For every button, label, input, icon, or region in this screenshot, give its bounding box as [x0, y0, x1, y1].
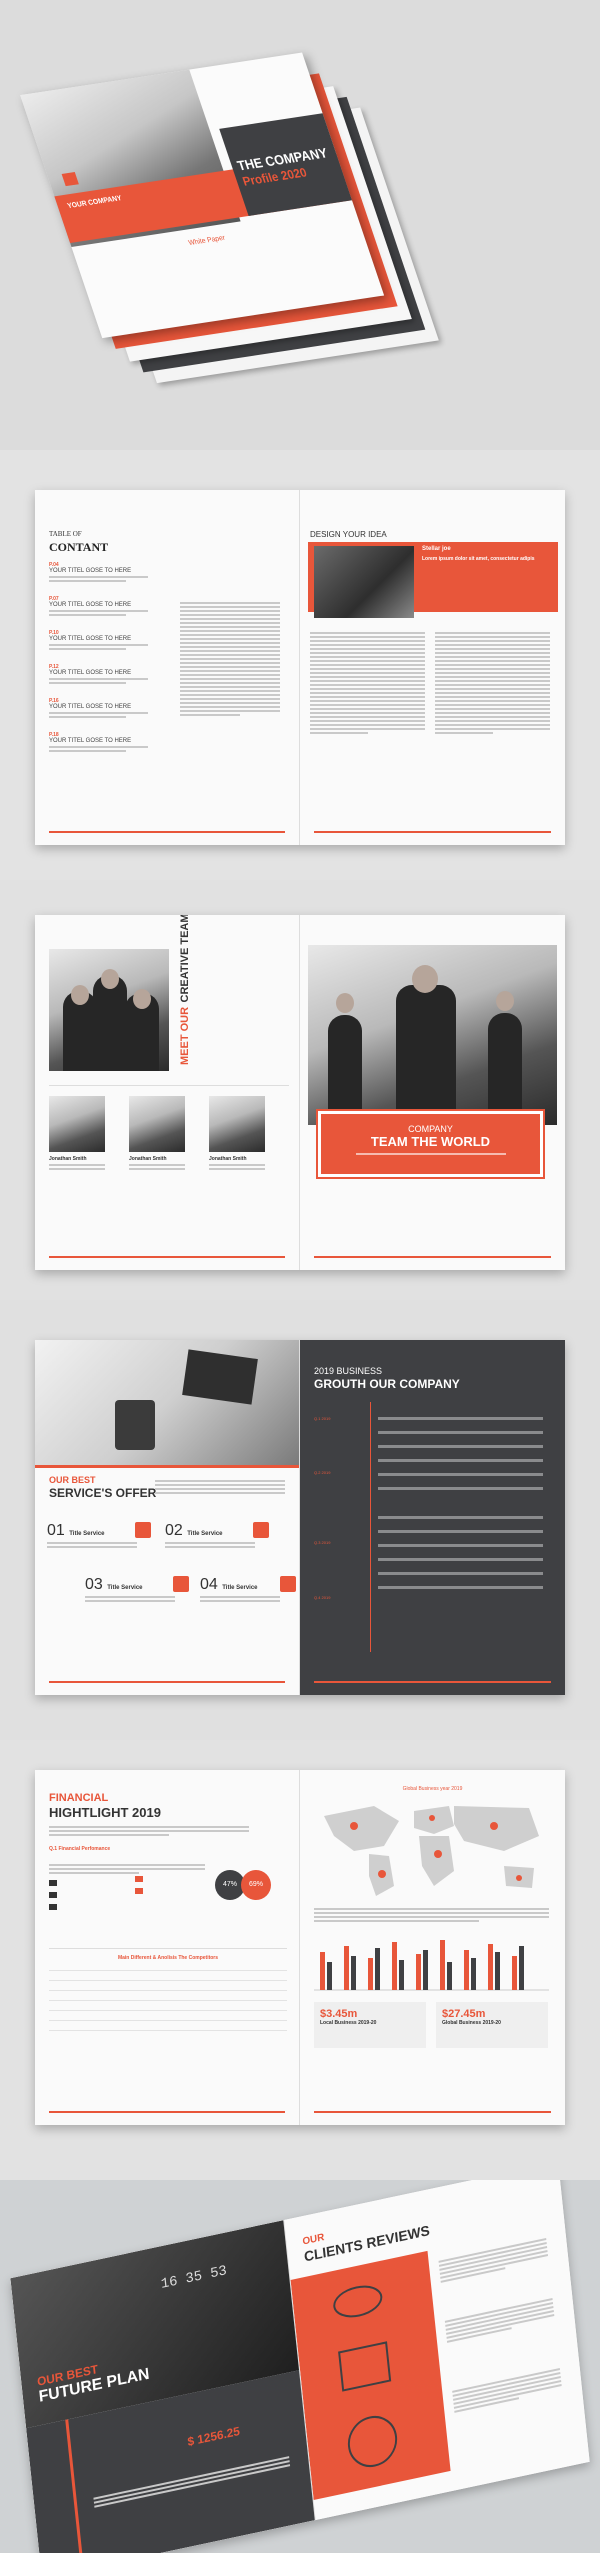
team-world-page: COMPANY TEAM THE WORLD [300, 915, 565, 1270]
team-member-card[interactable]: Jonathan Smith [49, 1096, 121, 1172]
comparison-table: Main Different & Anolisis The Competitor… [49, 1948, 287, 2078]
service-icon [280, 1576, 296, 1592]
page-footer-line [49, 2111, 285, 2113]
team-member-card[interactable]: Jonathan Smith [209, 1096, 281, 1172]
legend-block [135, 1862, 205, 1894]
design-heading: DESIGN YOUR IDEA [310, 530, 387, 539]
financial-subheading: Q.1 Financial Perfomance [49, 1846, 111, 1852]
globe-icon [345, 2411, 400, 2472]
service-icon [253, 1522, 269, 1538]
financial-page: FINANCIAL HIGHTLIGHT 2019 Q.1 Financial … [35, 1770, 300, 2125]
clock-display: 16 35 53 [160, 2263, 228, 2294]
page-footer-line [314, 2111, 551, 2113]
stat-card-local: $3.45m Local Business 2019-20 [314, 2002, 426, 2048]
clients-reviews-page: OUR CLIENTS REVIEWS [284, 2180, 590, 2520]
timeline-entries [378, 1406, 543, 1600]
cover-mockup-panel: THE COMPANY Profile 2020 YOUR COMPANY Wh… [0, 0, 600, 450]
page-footer-line [314, 831, 551, 833]
future-plan-page: 16 35 53 OUR BEST FUTURE PLAN $ 1256.25 [10, 2220, 316, 2553]
timeline-axis [370, 1402, 371, 1652]
toc-item[interactable]: P.16 YOUR TITEL GOSE TO HERE [49, 698, 159, 732]
toc-spread-panel: TABLE OF CONTANT P.04 YOUR TITEL GOSE TO… [0, 450, 600, 880]
page-footer-line [314, 1681, 551, 1683]
portrait-photo [314, 546, 414, 618]
toc-heading: CONTANT [49, 540, 109, 554]
eye-icon [331, 2281, 384, 2322]
timeline-heading-1: 2019 BUSINESS [314, 1366, 383, 1376]
team-title-creative: CREATIVE TEAM [179, 915, 191, 1003]
page-footer-line [314, 1256, 551, 1258]
financial-heading-2: HIGHTLIGHT 2019 [49, 1805, 161, 1820]
page-footer-line [49, 831, 285, 833]
toc-body-text [180, 600, 280, 718]
group-photo [308, 945, 557, 1125]
design-page: DESIGN YOUR IDEA Stellar joe Lorem ipsum… [300, 490, 565, 845]
lead-text: Lorem ipsum dolor sit amet, consectetur … [422, 556, 535, 562]
service-item[interactable]: 01 Title Service [47, 1522, 157, 1550]
body-text-col2 [435, 630, 550, 736]
legend-block [49, 1862, 139, 1910]
toc-item[interactable]: P.07 YOUR TITEL GOSE TO HERE [49, 596, 159, 630]
bar-chart-graphic [314, 1940, 549, 1991]
page-footer-line [49, 1256, 285, 1258]
cover-white-paper: White Paper [187, 234, 227, 248]
toc-page: TABLE OF CONTANT P.04 YOUR TITEL GOSE TO… [35, 490, 300, 845]
percent-circle-b: 69% [241, 1870, 271, 1900]
world-map-icon [324, 1806, 539, 1896]
network-icon [338, 2341, 392, 2392]
team-photo [49, 949, 169, 1071]
page-footer-line [49, 1681, 285, 1683]
service-item[interactable]: 03 Title Service [85, 1576, 195, 1604]
desk-photo [35, 1340, 299, 1465]
body-text-col1 [310, 630, 425, 736]
stat-card-global: $27.45m Global Business 2019-20 [436, 2002, 548, 2048]
team-title-meet: MEET OUR [179, 1006, 191, 1065]
laptop-icon [182, 1349, 258, 1405]
team-member-card[interactable]: Jonathan Smith [129, 1096, 201, 1172]
toc-item[interactable]: P.10 YOUR TITEL GOSE TO HERE [49, 630, 159, 664]
service-icon [135, 1522, 151, 1538]
timeline-label: Q.1 2019 [314, 1416, 331, 1421]
toc-item[interactable]: P.04 YOUR TITEL GOSE TO HERE [49, 562, 159, 596]
services-page: OUR BEST SERVICE'S OFFER 01 Title Servic… [35, 1340, 300, 1695]
services-heading-2: SERVICE'S OFFER [49, 1486, 157, 1500]
toc-list: P.04 YOUR TITEL GOSE TO HERE P.07 YOUR T… [49, 562, 159, 766]
timeline-label: Q.4 2019 [314, 1595, 331, 1600]
financial-spread-panel: FINANCIAL HIGHTLIGHT 2019 Q.1 Financial … [0, 1740, 600, 2180]
services-spread-panel: OUR BEST SERVICE'S OFFER 01 Title Servic… [0, 1300, 600, 1740]
financial-heading-1: FINANCIAL [49, 1792, 109, 1804]
timeline-label: Q.3 2019 [314, 1540, 331, 1545]
team-page: MEET OUR CREATIVE TEAM Jonathan Smith Jo… [35, 915, 300, 1270]
team-spread-panel: MEET OUR CREATIVE TEAM Jonathan Smith Jo… [0, 880, 600, 1300]
timeline-heading-2: GROUTH OUR COMPANY [314, 1377, 460, 1391]
toc-item[interactable]: P.18 YOUR TITEL GOSE TO HERE [49, 732, 159, 766]
service-item[interactable]: 04 Title Service [200, 1576, 299, 1604]
map-title: Global Business year 2019 [402, 1786, 463, 1792]
future-plan-panel: 16 35 53 OUR BEST FUTURE PLAN $ 1256.25 … [0, 2180, 600, 2553]
reviews-icon-column [290, 2250, 451, 2500]
team-banner: COMPANY TEAM THE WORLD [316, 1109, 545, 1179]
phone-icon [115, 1400, 155, 1450]
toc-item[interactable]: P.12 YOUR TITEL GOSE TO HERE [49, 664, 159, 698]
timeline-label: Q.2 2019 [314, 1470, 331, 1475]
service-item[interactable]: 02 Title Service [165, 1522, 275, 1550]
toc-label: TABLE OF [49, 530, 82, 538]
service-icon [173, 1576, 189, 1592]
global-business-page: Global Business year 2019 $3.45m Local B… [300, 1770, 565, 2125]
timeline-page: 2019 BUSINESS GROUTH OUR COMPANY Q.1 201… [300, 1340, 565, 1695]
person-name: Stellar joe [422, 546, 451, 552]
services-heading-1: OUR BEST [49, 1475, 96, 1485]
